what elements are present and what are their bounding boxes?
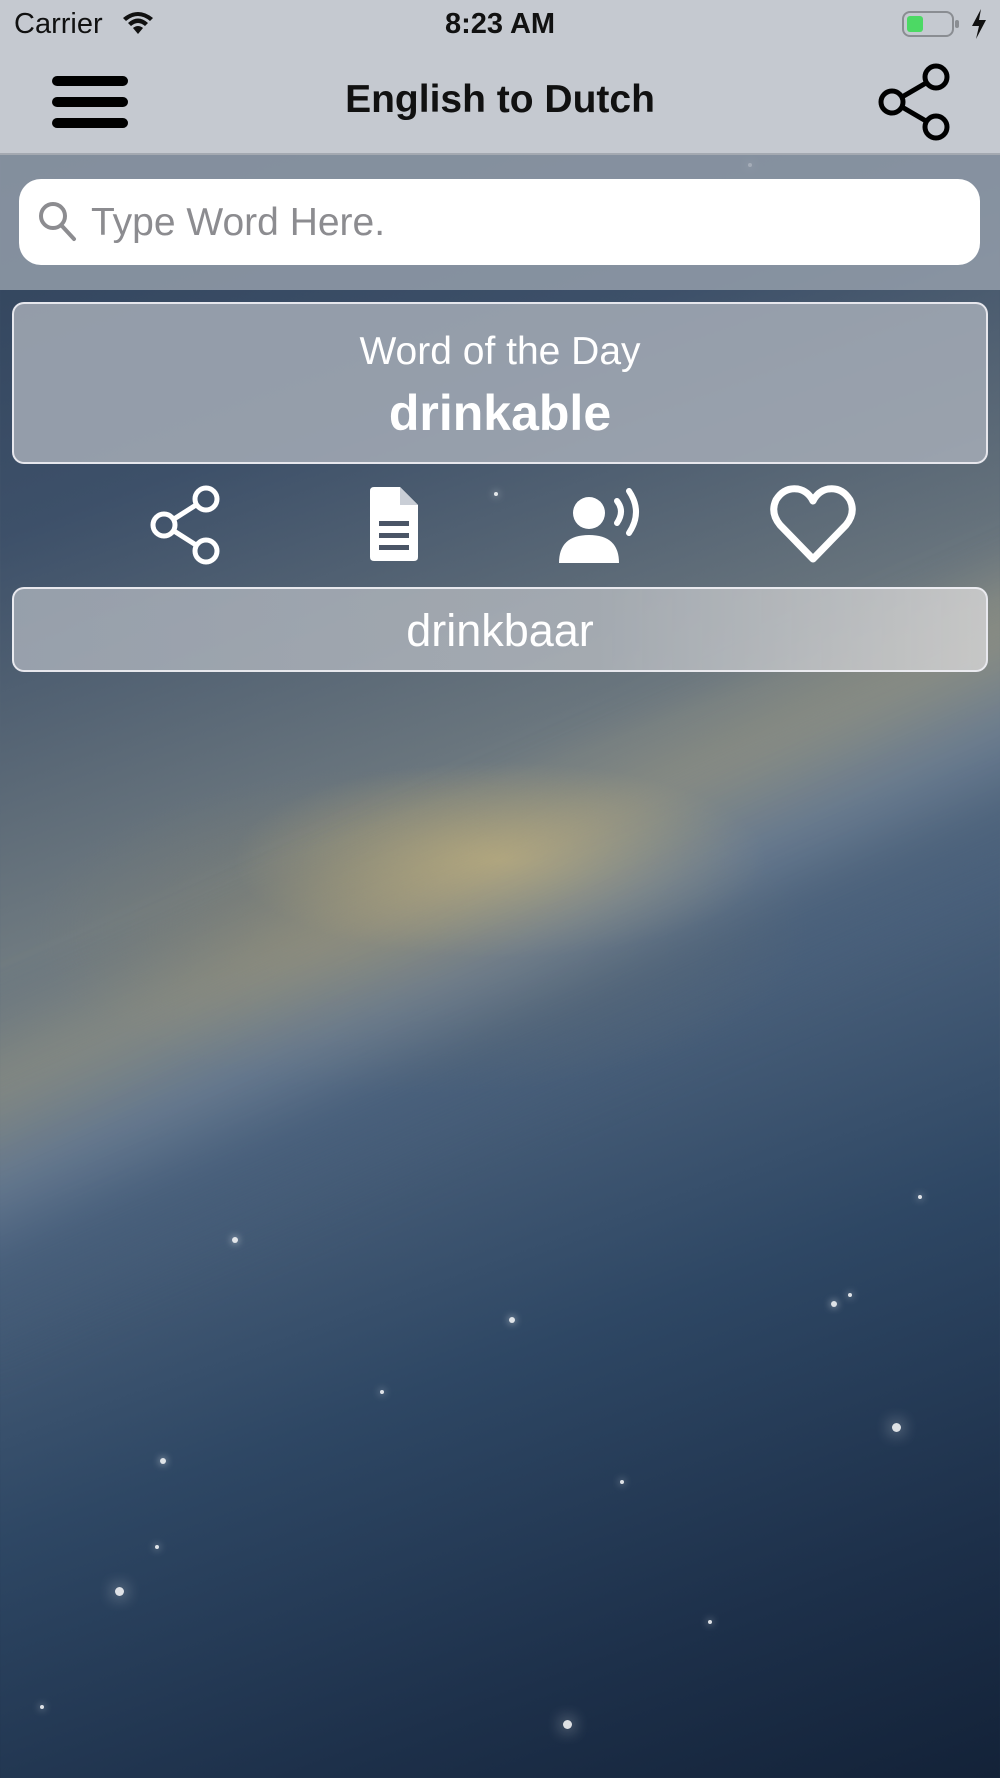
word-of-the-day-label: Word of the Day [359, 330, 641, 373]
search-input[interactable] [89, 179, 963, 267]
word-of-the-day-word: drinkable [388, 385, 612, 441]
star-decoration [509, 1317, 515, 1323]
star-decoration [620, 1480, 624, 1484]
star-decoration [155, 1545, 159, 1549]
share-icon[interactable] [150, 485, 224, 565]
charging-icon [972, 9, 986, 39]
action-toolbar [0, 485, 1000, 565]
star-decoration [232, 1237, 238, 1243]
share-icon[interactable] [878, 62, 954, 142]
star-decoration [115, 1587, 124, 1596]
star-decoration [892, 1423, 901, 1432]
heart-icon[interactable] [770, 485, 856, 565]
document-icon[interactable] [364, 485, 422, 565]
star-decoration [708, 1620, 712, 1624]
star-decoration [918, 1195, 922, 1199]
star-decoration [848, 1293, 852, 1297]
status-bar: Carrier 8:23 AM [0, 0, 1000, 50]
page-title: English to Dutch [345, 78, 655, 121]
translation-result: drinkbaar [12, 587, 988, 672]
battery-icon [902, 11, 959, 37]
search-icon [39, 202, 76, 241]
star-decoration [380, 1390, 384, 1394]
search-box[interactable] [19, 179, 980, 267]
star-decoration [831, 1301, 837, 1307]
search-bar-container [0, 155, 1000, 290]
star-decoration [563, 1720, 572, 1729]
star-decoration [40, 1705, 44, 1709]
word-of-the-day-card[interactable]: Word of the Day drinkable [12, 302, 988, 464]
speak-icon[interactable] [555, 485, 650, 565]
translation-text: drinkbaar [406, 605, 594, 656]
star-decoration [160, 1458, 166, 1464]
navigation-bar: English to Dutch [0, 50, 1000, 155]
clock-label: 8:23 AM [444, 8, 556, 40]
